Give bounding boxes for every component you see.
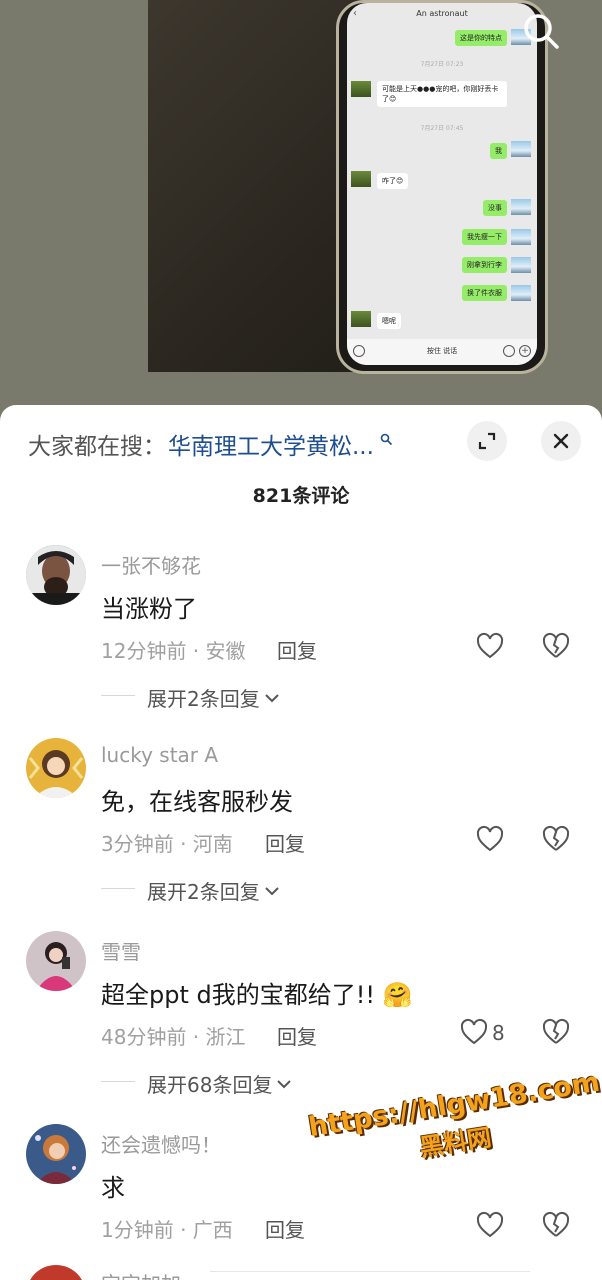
dislike-icon[interactable] — [541, 1210, 571, 1240]
expand-replies-label: 展开2条回复 — [147, 687, 260, 711]
dislike-icon[interactable] — [541, 1017, 571, 1047]
comment-count: 821条评论 — [252, 485, 350, 507]
comment-username[interactable]: lucky star A — [101, 743, 218, 767]
avatar[interactable] — [26, 738, 86, 798]
comment-item: 一张不够花 当涨粉了 12分钟前 · 安徽 回复 展开2条回复 — [0, 545, 602, 735]
avatar-image — [26, 1124, 86, 1184]
chat-input-bar: 按住 说话 + — [347, 339, 537, 365]
comments-sheet: 大家都在搜： 华南理工大学黄松... 821条评论 一张不够花 当涨粉了 12分… — [0, 405, 602, 1280]
avatar-image — [26, 545, 86, 605]
emoji-icon — [503, 345, 515, 357]
comment-input-ghost — [210, 1271, 530, 1275]
like-count: 8 — [492, 1021, 505, 1045]
chevron-down-icon — [265, 886, 279, 895]
comment-meta: 1分钟前 · 广西 — [101, 1218, 233, 1242]
close-button[interactable] — [541, 421, 581, 461]
chat-avatar-mine — [511, 285, 531, 301]
chat-message: 可能是上天●●●宠的吧，你刚好丢卡了😊 — [377, 81, 507, 107]
fullscreen-button[interactable] — [467, 421, 507, 461]
chevron-down-icon — [265, 693, 279, 702]
reply-button[interactable]: 回复 — [265, 1214, 305, 1243]
avatar[interactable] — [26, 545, 86, 605]
avatar-image — [26, 931, 86, 991]
video-photo: ‹ An astronaut 这是你的特点 7月27日 07:23 可能是上天●… — [148, 0, 548, 374]
comment-meta: 3分钟前 · 河南 — [101, 832, 233, 856]
like-icon[interactable] — [475, 824, 505, 854]
chat-screen: ‹ An astronaut 这是你的特点 7月27日 07:23 可能是上天●… — [347, 3, 537, 365]
like-icon[interactable] — [475, 1210, 505, 1240]
reply-button[interactable]: 回复 — [277, 1021, 317, 1050]
chat-title: An astronaut — [416, 9, 468, 18]
video-player[interactable]: ‹ An astronaut 这是你的特点 7月27日 07:23 可能是上天●… — [0, 0, 602, 420]
chat-timestamp: 7月27日 07:23 — [420, 61, 464, 68]
expand-icon — [478, 432, 496, 450]
chat-message: 刚拿到行李 — [462, 257, 507, 273]
chat-message: 咋了😊 — [377, 173, 409, 189]
comment-text: 求 — [101, 1174, 125, 1202]
like-icon[interactable] — [459, 1017, 489, 1047]
chat-avatar-theirs — [351, 311, 371, 327]
expand-replies-button[interactable]: 展开68条回复 — [147, 1069, 292, 1098]
chevron-down-icon — [277, 1079, 292, 1088]
chat-avatar-theirs — [351, 171, 371, 187]
comment-text: 当涨粉了 — [101, 595, 197, 623]
expand-divider — [101, 695, 135, 696]
plus-icon: + — [519, 345, 531, 357]
like-icon[interactable] — [475, 631, 505, 661]
chat-avatar-theirs — [351, 81, 371, 97]
comment-username[interactable]: 还会遗憾吗！ — [101, 1129, 221, 1158]
close-icon — [553, 433, 569, 449]
trending-search-term[interactable]: 华南理工大学黄松... — [168, 427, 374, 461]
expand-divider — [101, 1081, 135, 1082]
comment-username[interactable]: 一张不够花 — [101, 550, 201, 579]
comment-meta: 12分钟前 · 安徽 — [101, 639, 246, 663]
expand-replies-label: 展开68条回复 — [147, 1073, 273, 1097]
avatar[interactable] — [26, 1124, 86, 1184]
comment-item: lucky star A 免，在线客服秒发 3分钟前 · 河南 回复 展开2条回… — [0, 738, 602, 928]
expand-replies-button[interactable]: 展开2条回复 — [147, 876, 280, 905]
chat-message: 换了件衣服 — [462, 285, 507, 301]
reply-button[interactable]: 回复 — [277, 635, 317, 664]
small-search-icon — [380, 433, 392, 445]
dislike-icon[interactable] — [541, 824, 571, 854]
chat-message: 这是你的特点 — [455, 30, 507, 46]
expand-divider — [101, 888, 135, 889]
expand-replies-button[interactable]: 展开2条回复 — [147, 683, 280, 712]
chat-avatar-mine — [511, 141, 531, 157]
chat-message: 我先瘦一下 — [462, 229, 507, 245]
chat-message: 嗯呢 — [377, 313, 401, 329]
dislike-icon[interactable] — [541, 631, 571, 661]
chat-timestamp: 7月27日 07:45 — [420, 125, 464, 132]
comment-username[interactable]: 雪雪 — [101, 936, 141, 965]
trending-search-label: 大家都在搜： — [28, 434, 166, 460]
chat-header: ‹ An astronaut — [347, 7, 537, 23]
search-icon[interactable] — [520, 10, 562, 52]
reply-button[interactable]: 回复 — [265, 828, 305, 857]
chat-message: 没事 — [483, 200, 507, 216]
avatar[interactable] — [26, 931, 86, 991]
comment-text: 超全ppt d我的宝都给了!! 🤗 — [101, 981, 413, 1009]
phone-in-photo: ‹ An astronaut 这是你的特点 7月27日 07:23 可能是上天●… — [336, 0, 548, 374]
chat-avatar-mine — [511, 199, 531, 215]
expand-replies-label: 展开2条回复 — [147, 880, 260, 904]
chat-avatar-mine — [511, 229, 531, 245]
comment-meta: 48分钟前 · 浙江 — [101, 1025, 246, 1049]
comment-username[interactable]: 宝宝加加 — [101, 1268, 181, 1280]
chat-avatar-mine — [511, 257, 531, 273]
trending-search[interactable]: 大家都在搜： 华南理工大学黄松... — [28, 427, 392, 461]
comment-text: 免，在线客服秒发 — [101, 788, 293, 816]
avatar-image — [26, 738, 86, 798]
chat-message: 我 — [490, 143, 507, 159]
